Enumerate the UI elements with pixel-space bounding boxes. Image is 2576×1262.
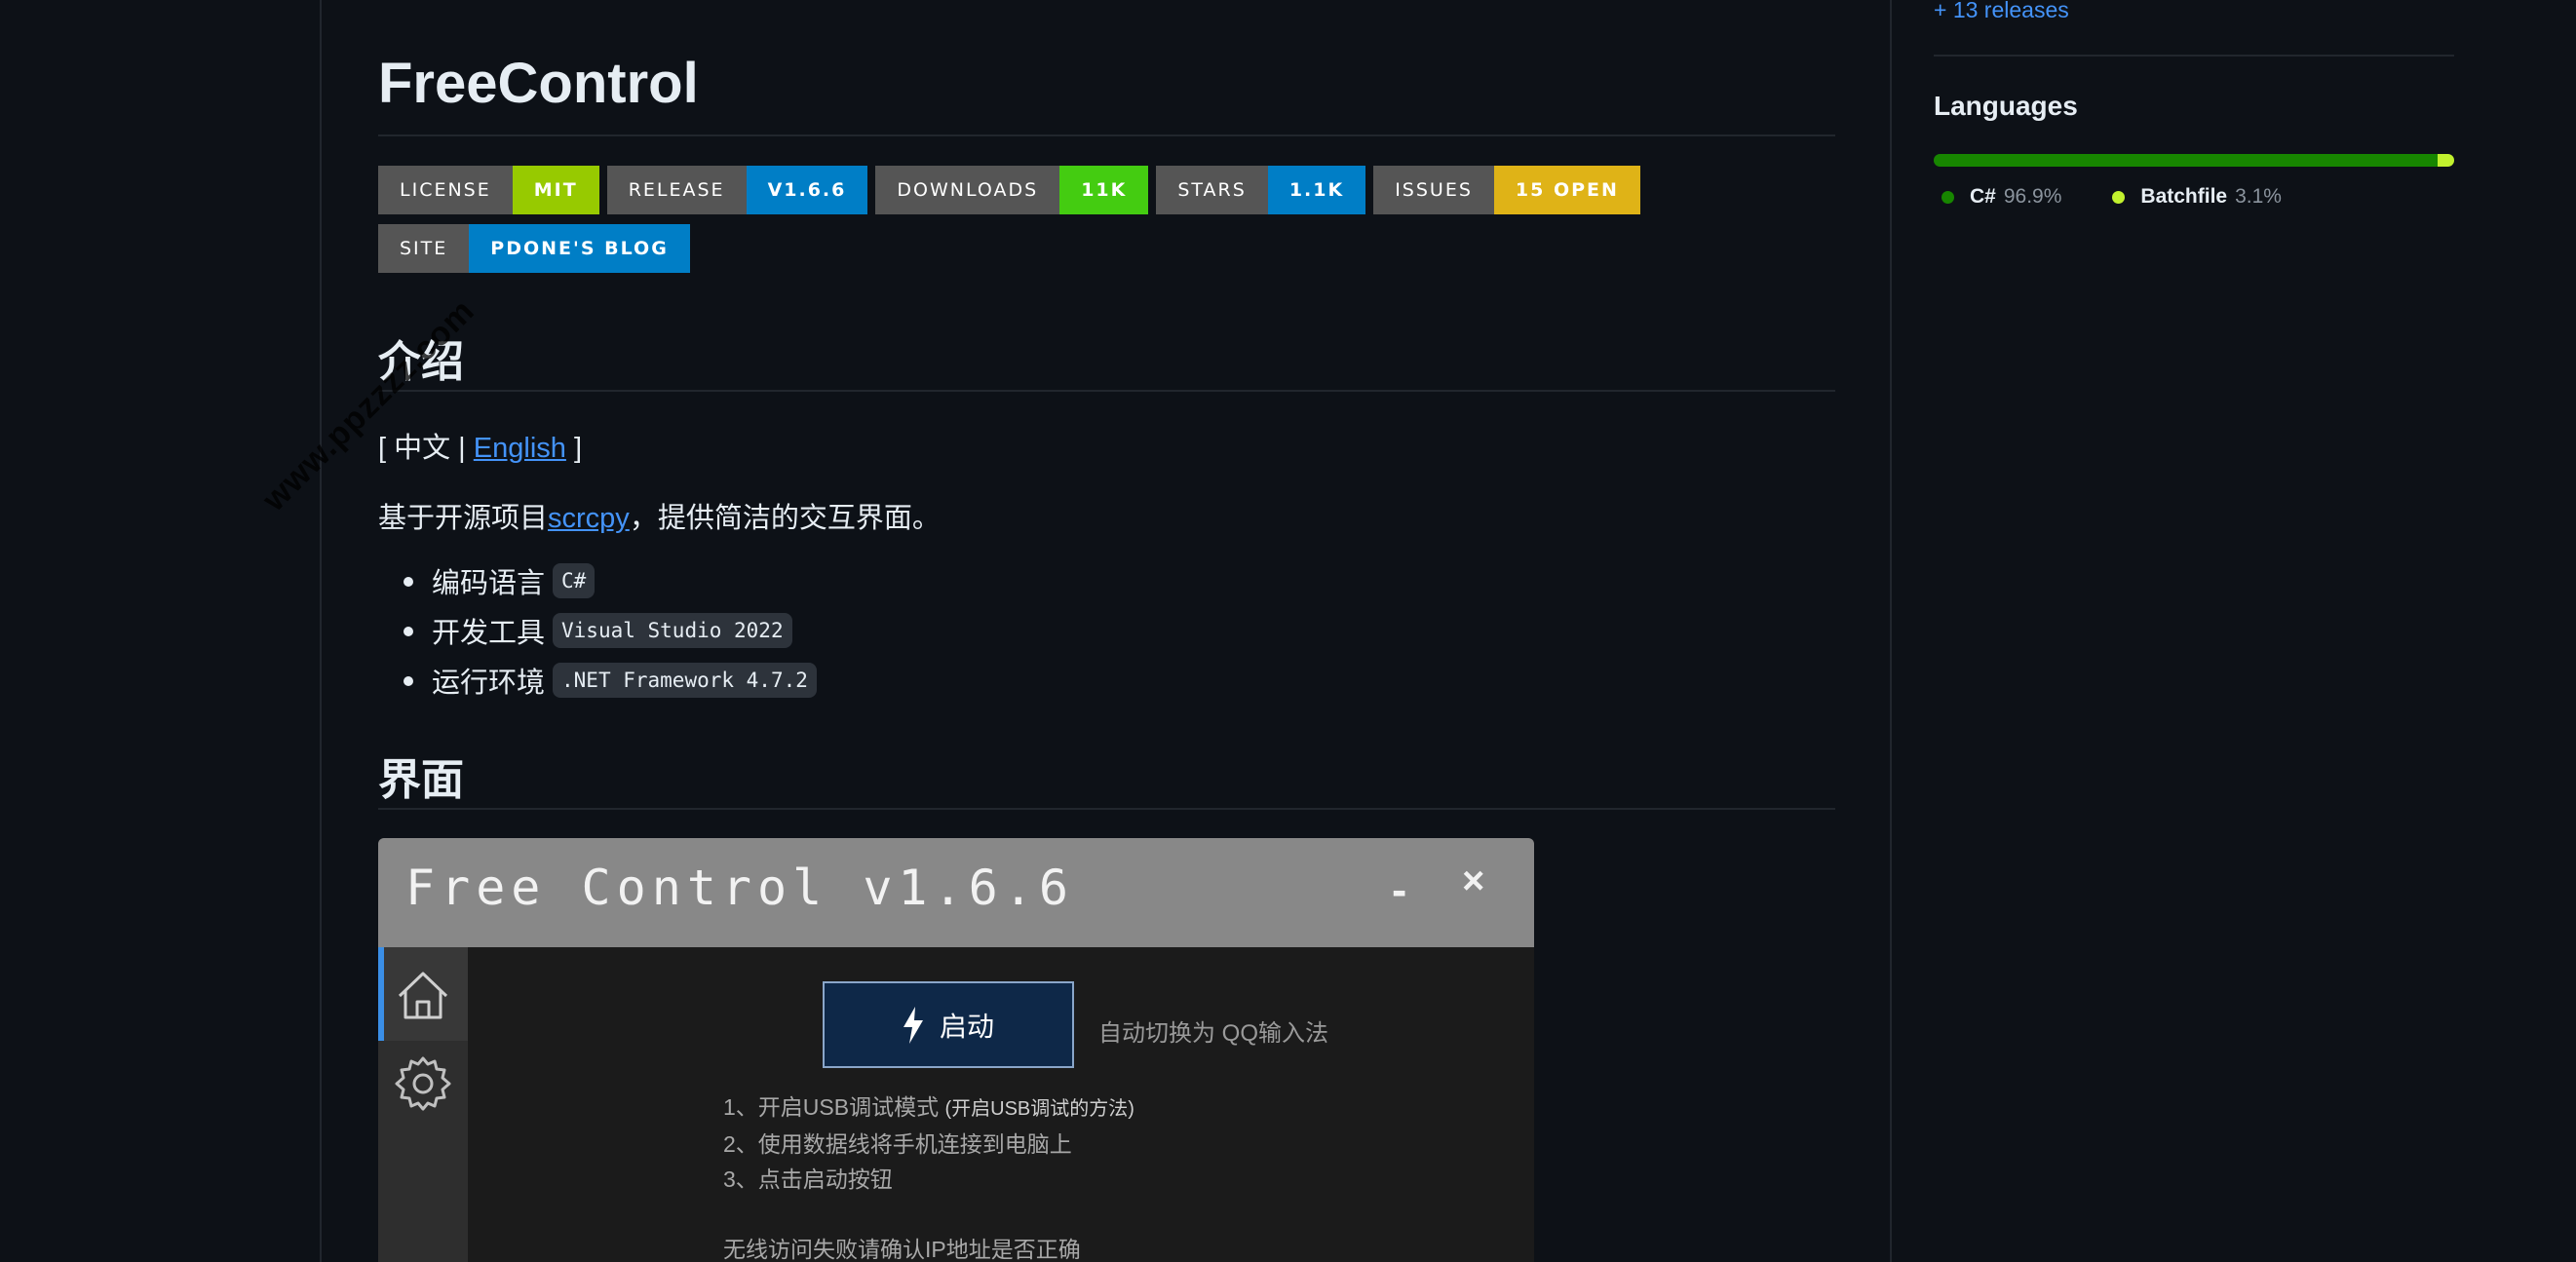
list-item: 运行环境 .NET Framework 4.7.2 xyxy=(404,655,817,705)
close-button: × xyxy=(1462,860,1485,902)
badge-site[interactable]: SITE PDONE'S BLOG xyxy=(378,224,690,273)
app-sidebar xyxy=(378,947,468,1262)
readme-border-right xyxy=(1890,0,1892,1262)
bullet-icon xyxy=(404,676,413,686)
gear-icon xyxy=(395,1056,451,1111)
step-2: 2、使用数据线将手机连接到电脑上 xyxy=(723,1131,1072,1157)
badge-value: PDONE'S BLOG xyxy=(469,224,690,273)
lang-open: [ 中文 | xyxy=(378,433,466,464)
language-percent: 3.1% xyxy=(2235,185,2282,208)
usb-debug-help: (开启USB调试的方法) xyxy=(944,1098,1134,1120)
list-item: 开发工具 Visual Studio 2022 xyxy=(404,605,817,655)
badge-downloads[interactable]: DOWNLOADS 11K xyxy=(875,166,1149,214)
scrcpy-link[interactable]: scrcpy xyxy=(548,503,630,534)
step-1-text: 1、开启USB调试模式 xyxy=(723,1094,940,1120)
badge-stars[interactable]: STARS 1.1K xyxy=(1156,166,1366,214)
description: 基于开源项目scrcpy，提供简洁的交互界面。 xyxy=(378,495,941,536)
desc-suffix: ，提供简洁的交互界面。 xyxy=(629,503,941,534)
feature-list: 编码语言 C# 开发工具 Visual Studio 2022 运行环境 .NE… xyxy=(404,555,817,705)
language-percent: 96.9% xyxy=(2003,185,2062,208)
minimize-button: - xyxy=(1392,864,1407,915)
auto-switch-text: 自动切换为 QQ输入法 xyxy=(1098,1020,1329,1047)
badge-value: 15 OPEN xyxy=(1493,166,1640,214)
badge-key: STARS xyxy=(1156,166,1268,214)
intro-divider xyxy=(378,390,1835,392)
app-screenshot: Free Control v1.6.6 - × 启动 自动切换为 QQ输入法 1… xyxy=(378,838,1534,1262)
bullet-icon xyxy=(404,577,413,587)
badge-license[interactable]: LICENSE MIT xyxy=(378,166,599,214)
badge-release[interactable]: RELEASE V1.6.6 xyxy=(606,166,868,214)
active-indicator xyxy=(378,947,384,1041)
app-start-button: 启动 xyxy=(823,981,1074,1068)
list-label: 编码语言 xyxy=(432,567,546,599)
list-item: 编码语言 C# xyxy=(404,555,817,605)
start-label: 启动 xyxy=(939,1011,994,1042)
home-icon xyxy=(398,972,448,1019)
inline-code: Visual Studio 2022 xyxy=(553,612,792,648)
badge-key: LICENSE xyxy=(378,166,513,214)
app-nav-settings xyxy=(378,1045,468,1123)
language-item-csharp[interactable]: C# 96.9% xyxy=(1934,185,2061,209)
title-divider xyxy=(378,134,1835,136)
bullet-icon xyxy=(404,627,413,636)
language-legend: C# 96.9% Batchfile 3.1% xyxy=(1934,185,2282,209)
desc-prefix: 基于开源项目 xyxy=(378,503,549,534)
lightning-icon xyxy=(903,1006,923,1044)
badge-value: 11K xyxy=(1059,166,1149,214)
language-item-batchfile[interactable]: Batchfile 3.1% xyxy=(2104,185,2282,209)
app-nav-home xyxy=(378,947,468,1041)
badge-key: SITE xyxy=(378,224,470,273)
language-bar-csharp xyxy=(1934,154,2439,167)
badge-issues[interactable]: ISSUES 15 OPEN xyxy=(1373,166,1640,214)
badge-value: V1.6.6 xyxy=(746,166,868,214)
english-link[interactable]: English xyxy=(474,433,566,464)
badge-value: MIT xyxy=(512,166,599,214)
language-dot xyxy=(1942,190,1954,204)
sidebar-divider xyxy=(1934,55,2454,57)
heading-ui: 界面 xyxy=(378,756,464,804)
language-name: C# xyxy=(1970,185,1996,208)
step-3: 3、点击启动按钮 xyxy=(723,1166,893,1192)
readme-border-left xyxy=(320,0,322,1262)
inline-code: C# xyxy=(553,562,596,598)
readme-title: FreeControl xyxy=(378,52,699,115)
language-bar-batchfile xyxy=(2438,154,2454,167)
badge-key: RELEASE xyxy=(606,166,747,214)
language-dot xyxy=(2112,190,2126,204)
badge-row-1: LICENSE MIT RELEASE V1.6.6 DOWNLOADS 11K… xyxy=(378,166,1640,214)
badge-row-2: SITE PDONE'S BLOG xyxy=(378,224,690,273)
list-label: 开发工具 xyxy=(432,617,546,649)
ui-divider xyxy=(378,808,1835,810)
languages-heading: Languages xyxy=(1934,91,2078,121)
language-switch: [ 中文 | English ] xyxy=(378,425,582,466)
app-titlebar: Free Control v1.6.6 - × xyxy=(378,838,1534,947)
language-bar xyxy=(1934,154,2454,167)
app-title: Free Control v1.6.6 xyxy=(405,860,1074,916)
watermark: www.ppzzzz.com xyxy=(255,291,482,518)
wireless-hint: 无线访问失败请确认IP地址是否正确 xyxy=(723,1237,1081,1262)
releases-link[interactable]: + 13 releases xyxy=(1934,0,2069,23)
language-name: Batchfile xyxy=(2140,185,2228,208)
inline-code: .NET Framework 4.7.2 xyxy=(553,662,817,698)
badge-key: ISSUES xyxy=(1373,166,1494,214)
lang-close: ] xyxy=(573,433,583,464)
badge-value: 1.1K xyxy=(1267,166,1366,214)
step-1: 1、开启USB调试模式 (开启USB调试的方法) xyxy=(723,1090,1134,1127)
list-label: 运行环境 xyxy=(432,667,546,699)
app-steps: 1、开启USB调试模式 (开启USB调试的方法) 2、使用数据线将手机连接到电脑… xyxy=(723,1090,1134,1262)
badge-key: DOWNLOADS xyxy=(875,166,1060,214)
